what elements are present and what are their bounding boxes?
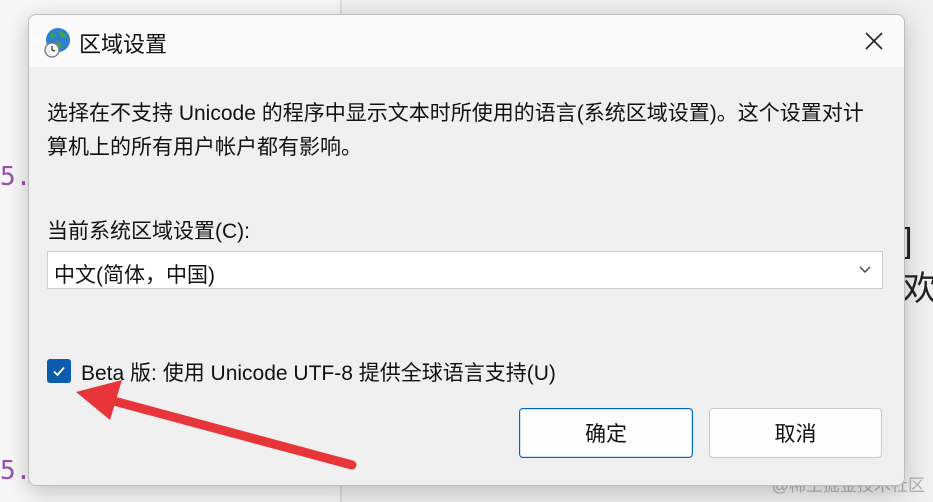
chevron-down-icon <box>859 266 871 273</box>
locale-value: 中文(简体，中国) <box>54 264 215 287</box>
description-text: 选择在不支持 Unicode 的程序中显示文本时所使用的语言(系统区域设置)。这… <box>47 102 864 159</box>
locale-dropdown[interactable]: 中文(简体，中国) <box>47 251 883 289</box>
beta-utf8-checkbox[interactable] <box>47 359 71 383</box>
ok-button[interactable]: 确定 <box>519 408 693 458</box>
code-fragment: 5. <box>0 162 32 192</box>
beta-utf8-label[interactable]: Beta 版: 使用 Unicode UTF-8 提供全球语言支持(U) <box>81 357 556 387</box>
background-text: ]欢 <box>903 222 933 308</box>
close-button[interactable] <box>854 23 894 59</box>
close-icon <box>865 32 883 50</box>
code-fragment: 5. <box>0 456 32 486</box>
title-bar[interactable]: 区域设置 <box>29 15 904 67</box>
locale-label: 当前系统区域设置(C): <box>47 220 250 243</box>
region-settings-dialog: 区域设置 选择在不支持 Unicode 的程序中显示文本时所使用的语言(系统区域… <box>28 14 905 486</box>
checkmark-icon <box>53 366 65 377</box>
dialog-title: 区域设置 <box>79 32 168 57</box>
globe-clock-icon <box>41 25 75 59</box>
cancel-button[interactable]: 取消 <box>709 408 882 458</box>
